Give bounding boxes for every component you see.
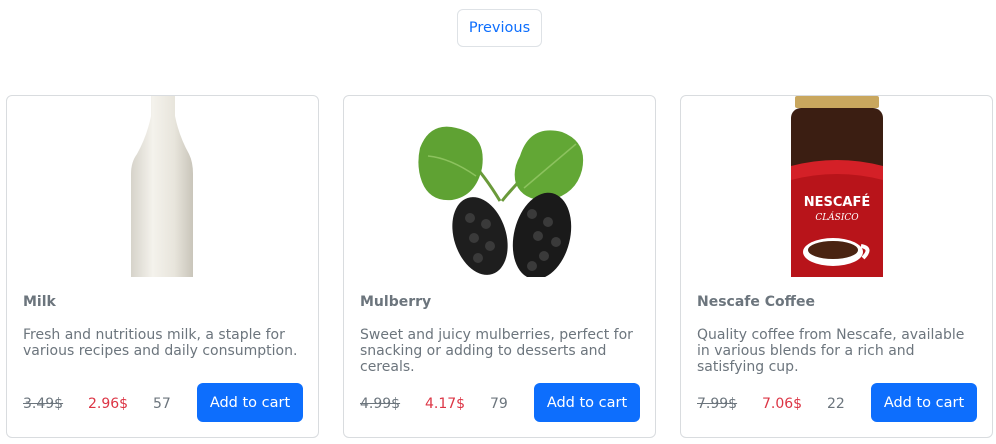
sale-price: 4.17$ — [425, 396, 466, 412]
add-to-cart-button[interactable]: Add to cart — [871, 383, 977, 422]
mulberry-icon — [417, 126, 583, 277]
product-card-milk: Milk Fresh and nutritious milk, a staple… — [6, 95, 319, 438]
jar-sub-label: CLÁSICO — [815, 211, 859, 223]
stock-count: 57 — [153, 396, 171, 412]
sale-price: 7.06$ — [762, 396, 803, 412]
product-title: Mulberry — [360, 294, 432, 310]
product-image-milk — [7, 96, 318, 277]
product-card-mulberry: Mulberry Sweet and juicy mulberries, per… — [343, 95, 656, 438]
stock-count: 79 — [490, 396, 508, 412]
milk-bottle-icon — [130, 96, 193, 277]
product-description: Sweet and juicy mulberries, perfect for … — [360, 327, 633, 375]
product-title: Nescafe Coffee — [697, 294, 815, 310]
previous-button[interactable]: Previous — [457, 9, 542, 47]
product-description: Fresh and nutritious milk, a staple for … — [23, 327, 298, 359]
stock-count: 22 — [827, 396, 845, 412]
product-description: Quality coffee from Nescafe, available i… — [697, 327, 965, 375]
old-price: 7.99$ — [697, 396, 738, 412]
sale-price: 2.96$ — [88, 396, 129, 412]
product-title: Milk — [23, 294, 56, 310]
jar-brand-label: NESCAFÉ — [803, 194, 870, 210]
add-to-cart-button[interactable]: Add to cart — [534, 383, 640, 422]
coffee-jar-icon: NESCAFÉ CLÁSICO — [790, 96, 883, 277]
old-price: 3.49$ — [23, 396, 64, 412]
product-image-mulberry — [344, 96, 655, 277]
product-card-nescafe-coffee: NESCAFÉ CLÁSICO Nescafe Coffee Quality c… — [680, 95, 993, 438]
product-image-nescafe-coffee: NESCAFÉ CLÁSICO — [681, 96, 992, 277]
add-to-cart-button[interactable]: Add to cart — [197, 383, 303, 422]
old-price: 4.99$ — [360, 396, 401, 412]
